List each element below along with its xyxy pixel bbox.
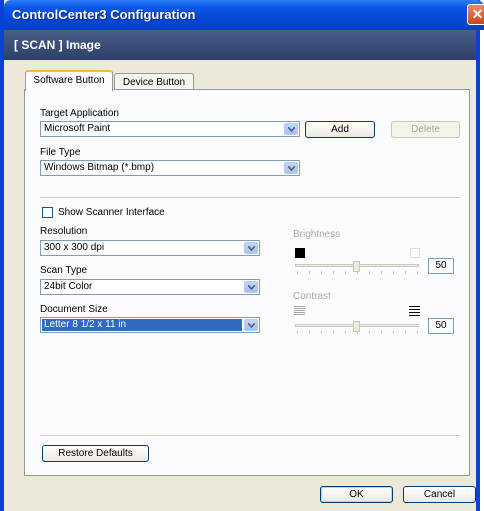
slider-tick	[297, 271, 298, 274]
slider-tick	[321, 271, 322, 274]
ok-button[interactable]: OK	[320, 486, 393, 503]
slider-tick	[393, 271, 394, 274]
chevron-down-icon[interactable]	[284, 162, 298, 174]
document-size-value: Letter 8 1/2 x 11 in	[42, 319, 242, 331]
chevron-down-icon[interactable]	[244, 242, 258, 254]
tab-software-button[interactable]: Software Button	[25, 70, 113, 91]
section-banner: [ SCAN ] Image	[4, 30, 476, 60]
close-button[interactable]: ✕	[467, 4, 484, 25]
slider-tick	[381, 271, 382, 274]
close-icon: ✕	[471, 6, 484, 22]
resolution-label: Resolution	[40, 226, 88, 237]
target-application-select[interactable]: Microsoft Paint	[40, 121, 300, 137]
brightness-light-icon	[410, 248, 420, 258]
scan-type-value: 24bit Color	[44, 281, 93, 292]
slider-tick	[321, 331, 322, 334]
slider-tick	[405, 271, 406, 274]
contrast-low-icon	[294, 306, 305, 316]
title-bar[interactable]: ControlCenter3 Configuration ✕	[4, 0, 484, 30]
slider-tick	[309, 331, 310, 334]
separator	[40, 435, 460, 437]
slider-tick	[333, 271, 334, 274]
resolution-value: 300 x 300 dpi	[44, 242, 105, 253]
contrast-high-icon	[409, 306, 420, 316]
slider-tick	[333, 331, 334, 334]
show-scanner-interface-label: Show Scanner Interface	[58, 207, 165, 218]
slider-tick	[357, 331, 358, 334]
delete-button[interactable]: Delete	[391, 121, 460, 138]
slider-tick	[297, 331, 298, 334]
slider-tick	[381, 331, 382, 334]
document-size-label: Document Size	[40, 304, 108, 315]
slider-tick	[417, 331, 418, 334]
slider-tick	[405, 331, 406, 334]
brightness-label: Brightness	[293, 229, 341, 240]
cancel-button[interactable]: Cancel	[403, 486, 476, 503]
restore-defaults-button[interactable]: Restore Defaults	[42, 445, 149, 462]
window-title: ControlCenter3 Configuration	[12, 7, 196, 22]
resolution-select[interactable]: 300 x 300 dpi	[40, 240, 260, 256]
slider-tick	[393, 331, 394, 334]
banner-title: [ SCAN ] Image	[14, 38, 101, 52]
slider-tick	[357, 271, 358, 274]
separator	[40, 197, 460, 199]
slider-tick	[369, 331, 370, 334]
add-button[interactable]: Add	[305, 121, 375, 138]
slider-tick	[345, 331, 346, 334]
brightness-value: 50	[428, 258, 454, 274]
scan-type-select[interactable]: 24bit Color	[40, 279, 260, 295]
scan-type-label: Scan Type	[40, 265, 88, 276]
slider-tick	[369, 271, 370, 274]
tab-device-button-label: Device Button	[122, 77, 186, 88]
contrast-label: Contrast	[293, 291, 331, 302]
target-application-value: Microsoft Paint	[44, 123, 111, 134]
show-scanner-interface-checkbox[interactable]	[42, 207, 53, 218]
tab-software-button-label: Software Button	[33, 75, 105, 86]
slider-tick	[309, 271, 310, 274]
chevron-down-icon[interactable]	[284, 123, 298, 135]
file-type-value: Windows Bitmap (*.bmp)	[44, 162, 155, 173]
brightness-dark-icon	[295, 248, 305, 258]
document-size-select[interactable]: Letter 8 1/2 x 11 in	[40, 317, 260, 333]
target-application-label: Target Application	[40, 108, 119, 119]
chevron-down-icon[interactable]	[244, 281, 258, 293]
file-type-select[interactable]: Windows Bitmap (*.bmp)	[40, 160, 300, 176]
file-type-label: File Type	[40, 147, 81, 158]
slider-tick	[345, 271, 346, 274]
contrast-value: 50	[428, 318, 454, 334]
slider-tick	[417, 271, 418, 274]
chevron-down-icon[interactable]	[244, 319, 258, 331]
